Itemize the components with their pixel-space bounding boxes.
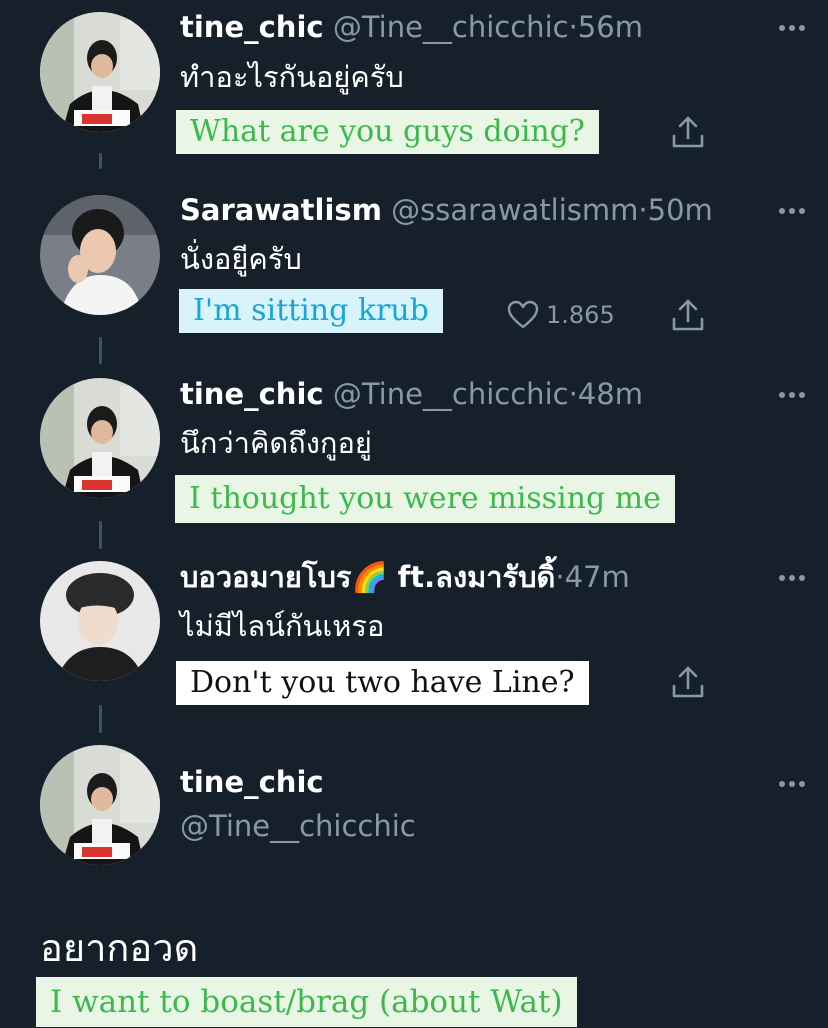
heart-icon [506,298,540,332]
tweet-text: นั่งอยูีครับ [180,242,302,276]
display-name[interactable]: tine_chic [180,10,324,44]
separator-dot: · [555,560,565,594]
thread-line [99,717,102,733]
tweet-header: Sarawatlism @ssarawatlismm·50m [180,192,713,228]
like-count: 1.865 [546,301,615,329]
more-icon[interactable] [774,18,810,38]
timestamp[interactable]: 50m [648,193,713,227]
main-translation-caption: I want to boast/brag (about Wat) [36,977,577,1027]
display-name[interactable]: tine_chic [180,377,324,411]
display-name[interactable]: บอวอมายโบร🌈 ft.ลงมารับดิ้ [180,560,555,594]
share-icon[interactable] [668,295,708,335]
user-handle[interactable]: @ssarawatlismm [391,193,638,227]
thread-line [99,533,102,549]
more-icon[interactable] [774,201,810,221]
main-display-name[interactable]: tine_chic [180,764,324,800]
tweet-header: tine_chic @Tine__chicchic·48m [180,376,643,412]
share-icon[interactable] [668,112,708,152]
timestamp[interactable]: 47m [565,560,630,594]
like-button[interactable]: 1.865 [506,297,615,333]
avatar[interactable] [40,745,160,865]
tweet-header: tine_chic @Tine__chicchic·56m [180,9,643,45]
tweet-header: บอวอมายโบร🌈 ft.ลงมารับดิ้·47m [180,559,630,595]
timestamp[interactable]: 56m [578,10,643,44]
separator-dot: · [568,377,578,411]
translation-caption: Don't you two have Line? [176,661,589,705]
tweet-text: ทำอะไรกันอยู่ครับ [180,60,404,94]
user-handle[interactable]: @Tine__chicchic [333,377,569,411]
more-icon[interactable] [774,568,810,588]
avatar[interactable] [40,561,160,681]
display-name[interactable]: Sarawatlism [180,193,382,227]
translation-caption: What are you guys doing? [176,110,599,154]
main-user-handle[interactable]: @Tine__chicchic [180,808,416,844]
user-handle[interactable]: @Tine__chicchic [333,10,569,44]
main-tweet-text: อยากอวด [40,926,199,970]
thread-line [99,153,102,169]
timestamp[interactable]: 48m [578,377,643,411]
tweet-text: นึกว่าคิดถึงกูอยู่ [180,426,372,460]
thread-line [99,348,102,364]
avatar[interactable] [40,195,160,315]
separator-dot: · [638,193,648,227]
separator-dot: · [568,10,578,44]
translation-caption: I'm sitting krub [179,289,443,333]
avatar[interactable] [40,12,160,132]
more-icon[interactable] [774,385,810,405]
share-icon[interactable] [668,662,708,702]
tweet-text: ไม่มีไลน์กันเหรอ [180,609,385,643]
more-icon[interactable] [774,774,810,794]
translation-caption: I thought you were missing me [175,475,675,523]
avatar[interactable] [40,378,160,498]
